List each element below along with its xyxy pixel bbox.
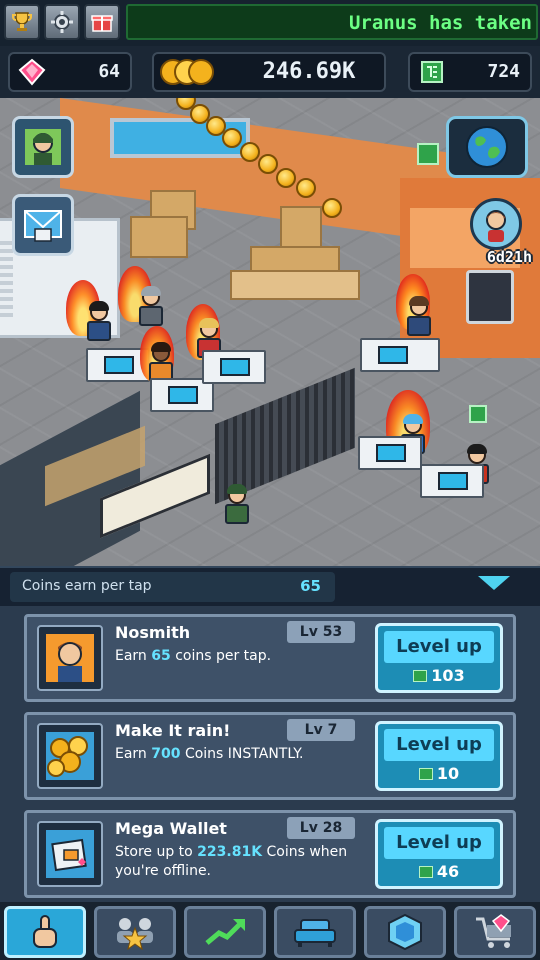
collapse-panel-button[interactable]: [478, 576, 510, 590]
upgrade-card-rain: Make It rain! Lv 7 Earn 700 Coins INSTAN…: [24, 712, 516, 800]
growth-icon: [205, 919, 245, 945]
upgrade-thumb: [37, 625, 103, 691]
cardboard-box: [130, 216, 188, 258]
chip-icon: [418, 768, 433, 780]
coin: [222, 128, 242, 148]
level-up-button[interactable]: Level up 10: [375, 721, 503, 791]
pallet: [230, 270, 360, 300]
news-ticker: Uranus has taken: [126, 4, 538, 40]
desk: [420, 464, 484, 498]
nav-tab-tap[interactable]: [4, 906, 86, 958]
coins-value: 246.69K: [262, 59, 356, 84]
mail-button[interactable]: [12, 194, 74, 256]
level-up-cost: 46: [378, 862, 500, 881]
sofa-icon: [294, 919, 336, 947]
settings-button[interactable]: [44, 4, 80, 40]
gift-icon: [91, 15, 113, 32]
coin: [240, 142, 260, 162]
worker[interactable]: [84, 301, 114, 343]
tap-hand-icon: [33, 915, 57, 948]
upgrade-level: Lv 7: [287, 719, 355, 741]
upgrade-card-wallet: Mega Wallet Lv 28 Store up to 223.81K Co…: [24, 810, 516, 898]
chips-value: 724: [487, 61, 520, 82]
chips-counter[interactable]: 724: [408, 52, 532, 92]
desk: [360, 338, 440, 372]
nav-tab-shop[interactable]: [454, 906, 536, 958]
gift-button[interactable]: [84, 4, 120, 40]
avatar-icon: [25, 129, 61, 165]
level-up-cost: 10: [378, 764, 500, 783]
level-up-label: Level up: [384, 631, 494, 663]
shop-cart-icon: [476, 914, 511, 948]
event-timer: 6d21h: [486, 248, 532, 266]
info-strip: Coins earn per tap 65: [0, 566, 540, 606]
bottom-nav: [0, 902, 540, 960]
desk: [202, 350, 266, 384]
coin-stack-icon: [160, 59, 214, 85]
chip-icon: [413, 670, 428, 682]
coin-pile-icon: [46, 732, 94, 780]
level-up-button[interactable]: Level up 46: [375, 819, 503, 889]
trophy-icon: [12, 12, 32, 31]
profile-button[interactable]: [12, 116, 74, 178]
upgrade-name: Make It rain!: [115, 721, 231, 740]
ticker-text: Uranus has taken: [348, 12, 532, 34]
coin: [322, 198, 342, 218]
nav-tab-furniture[interactable]: [274, 906, 356, 958]
upgrade-description: Store up to 223.81K Coins when you're of…: [115, 844, 348, 879]
world-map-button[interactable]: [446, 116, 528, 178]
top-bar: Uranus has taken: [0, 0, 540, 46]
character-portrait-icon: [46, 634, 94, 682]
coin: [296, 178, 316, 198]
globe-icon: [466, 126, 508, 168]
event-character-icon: [486, 210, 506, 242]
event-character-button[interactable]: [470, 198, 522, 250]
gems-counter[interactable]: 64: [8, 52, 132, 92]
upgrade-name: Nosmith: [115, 623, 191, 642]
upgrade-description: Earn 65 coins per tap.: [115, 648, 272, 664]
level-up-cost: 103: [378, 666, 500, 685]
upgrade-level: Lv 28: [287, 817, 355, 839]
nav-tab-research[interactable]: [364, 906, 446, 958]
nav-tab-growth[interactable]: [184, 906, 266, 958]
office-scene[interactable]: 6d21h: [0, 98, 540, 566]
gem-icon: [18, 58, 46, 86]
upgrade-card-tap: Nosmith Lv 53 Earn 65 coins per tap. Lev…: [24, 614, 516, 702]
worker[interactable]: [136, 286, 166, 328]
level-up-label: Level up: [384, 827, 494, 859]
floating-chip[interactable]: [416, 142, 440, 170]
coins-per-tap-label: Coins earn per tap: [22, 578, 152, 594]
gems-value: 64: [98, 61, 120, 82]
boss-character[interactable]: [222, 484, 252, 526]
coins-per-tap-bar: Coins earn per tap 65: [10, 572, 335, 602]
upgrade-thumb: [37, 723, 103, 789]
trophy-button[interactable]: [4, 4, 40, 40]
event-screen: [466, 270, 514, 324]
chip-icon: [417, 143, 439, 165]
upgrade-panel: Nosmith Lv 53 Earn 65 coins per tap. Lev…: [0, 606, 540, 902]
coins-counter: 246.69K: [152, 52, 386, 92]
worker[interactable]: [404, 296, 434, 338]
upgrade-name: Mega Wallet: [115, 819, 227, 838]
level-up-label: Level up: [384, 729, 494, 761]
desk: [358, 436, 422, 470]
level-up-button[interactable]: Level up 103: [375, 623, 503, 693]
upgrade-level: Lv 53: [287, 621, 355, 643]
chip-icon: [418, 866, 433, 878]
upgrade-description: Earn 700 Coins INSTANTLY.: [115, 746, 304, 762]
coin: [258, 154, 278, 174]
wallet-icon: [46, 830, 94, 878]
chip-icon: [421, 61, 443, 83]
upgrade-thumb: [37, 821, 103, 887]
floating-chip[interactable]: [468, 404, 488, 428]
team-icon: [117, 918, 153, 950]
coin: [276, 168, 296, 188]
gear-icon: [51, 11, 73, 33]
currency-bar: 64 246.69K 724: [0, 46, 540, 98]
mail-icon: [24, 210, 62, 242]
chip-icon: [469, 405, 487, 423]
coins-per-tap-value: 65: [300, 577, 321, 595]
cube-icon: [388, 913, 422, 951]
nav-tab-team[interactable]: [94, 906, 176, 958]
